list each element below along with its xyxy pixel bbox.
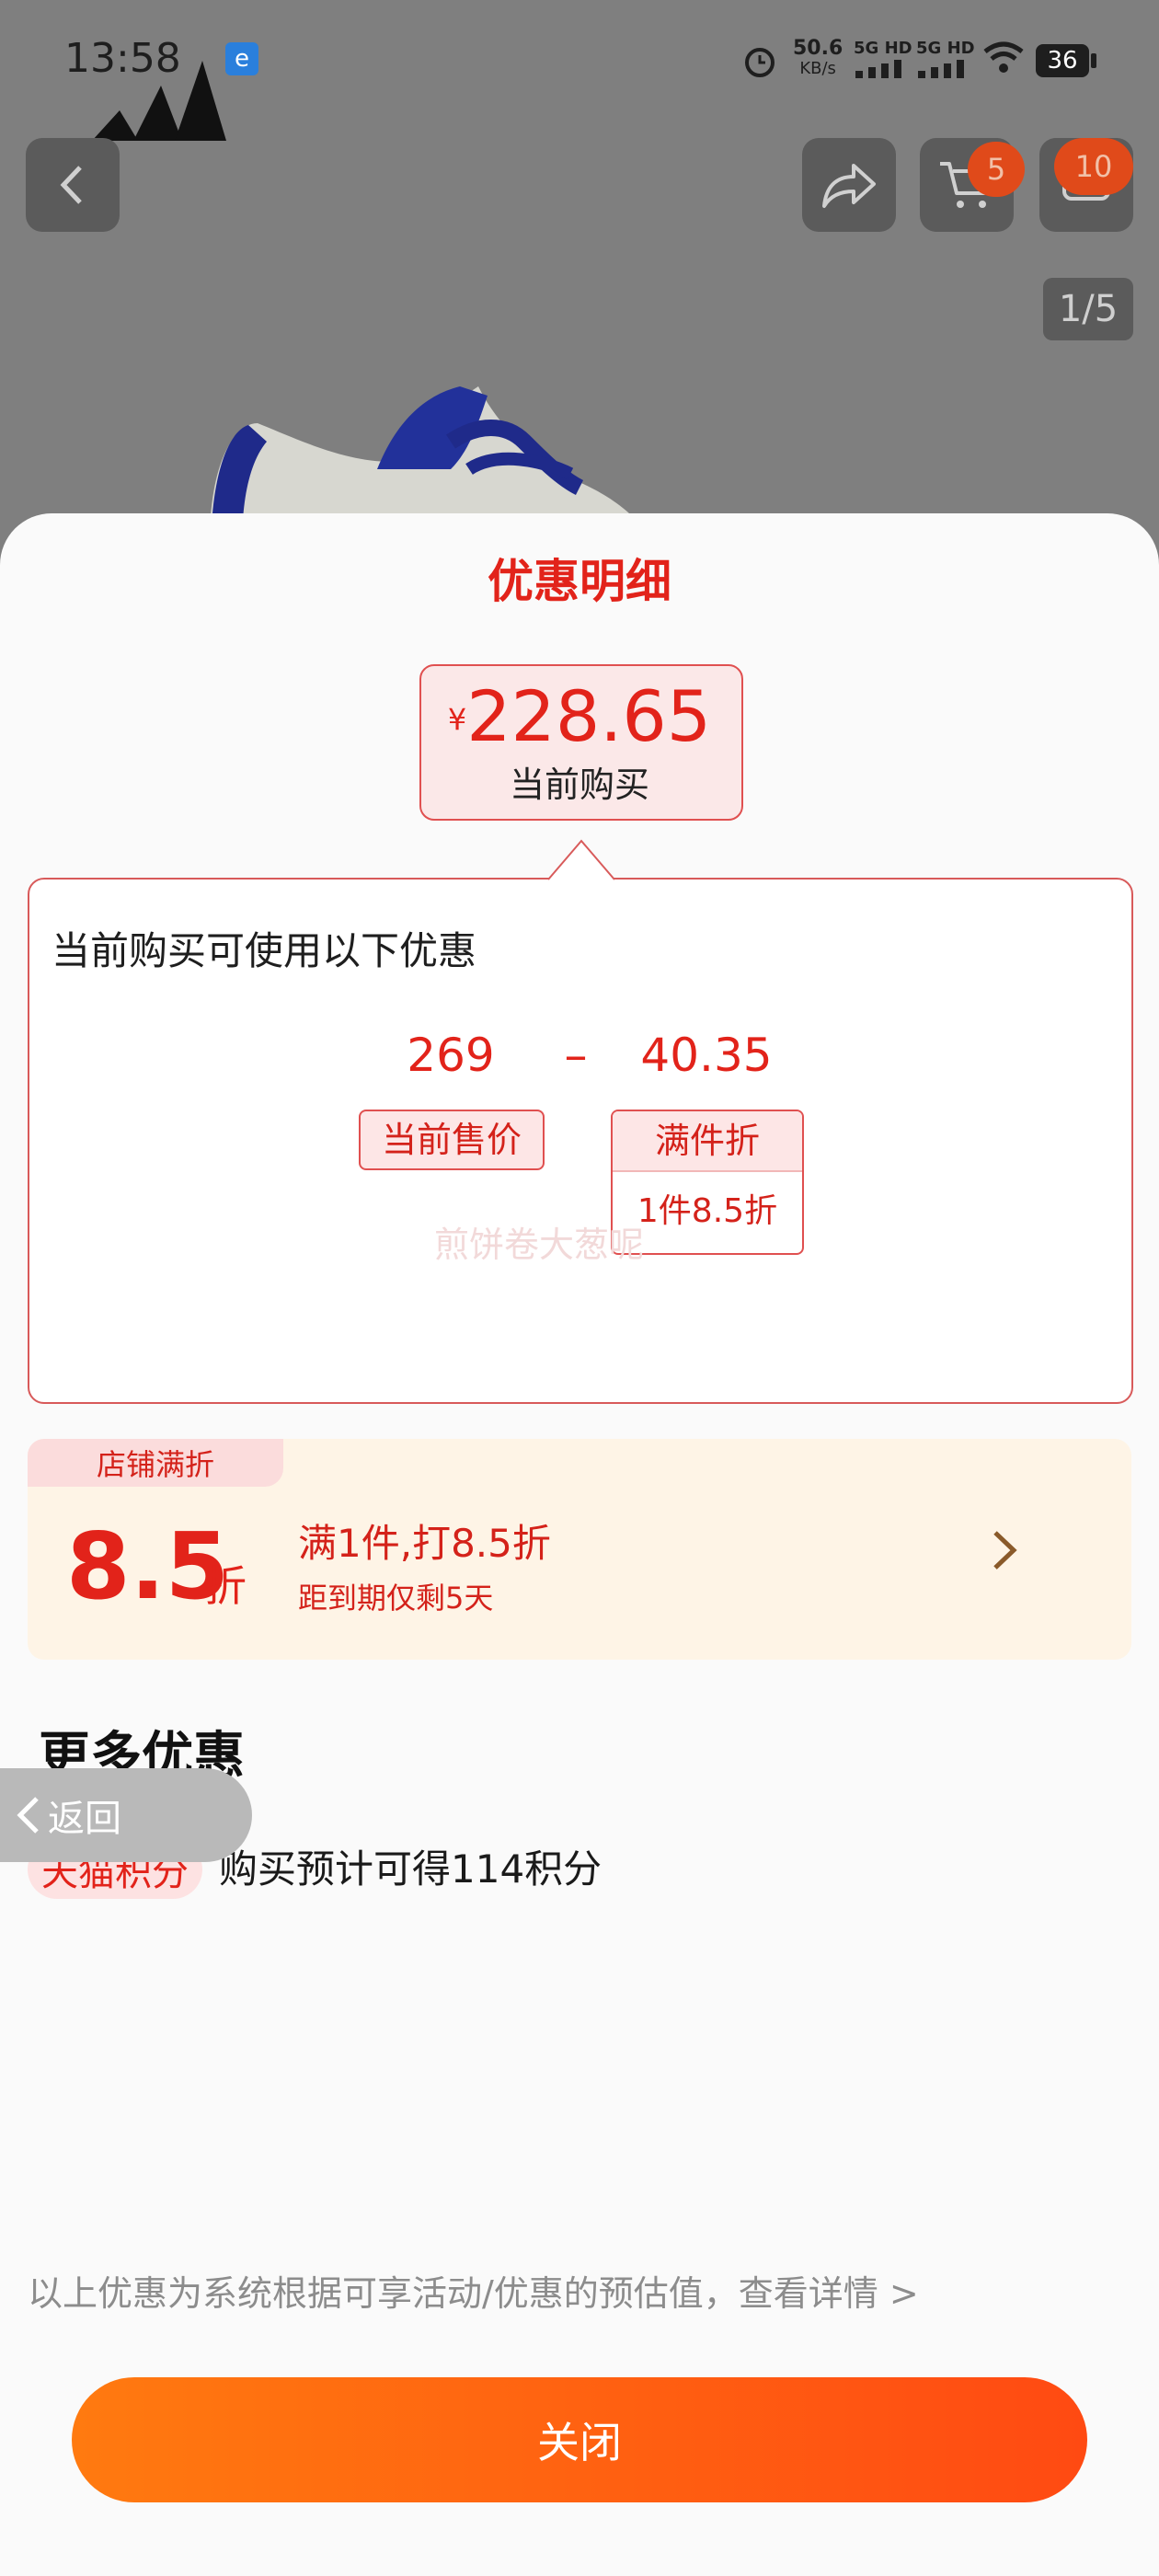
disclaimer-link[interactable]: 以上优惠为系统根据可享活动/优惠的预估值，查看详情 >	[28, 2265, 919, 2316]
alarm-icon	[745, 48, 775, 77]
tmall-points-text: 购买预计可得114积分	[219, 1846, 602, 1892]
floating-back-label: 返回	[48, 1798, 121, 1840]
sheet-title: 优惠明细	[488, 555, 671, 608]
net-speed-unit: KB/s	[799, 59, 836, 78]
breakdown-title: 当前购买可使用以下优惠	[52, 928, 477, 973]
watermark-text: 煎饼卷大葱呢	[434, 1225, 645, 1265]
chevron-left-icon	[17, 1797, 39, 1834]
back-button[interactable]	[26, 138, 120, 232]
discount-expiry: 距到期仅剩5天	[298, 1581, 494, 1616]
message-badge: 10	[1054, 138, 1133, 195]
net-speed-value: 50.6	[793, 37, 843, 60]
signal-2: 5G HD	[916, 39, 975, 82]
battery-level: 36	[1047, 47, 1078, 75]
floating-back-button[interactable]: 返回	[0, 1768, 252, 1862]
minus-operator: –	[564, 1029, 588, 1082]
base-price-value: 269	[407, 1029, 495, 1082]
status-time: 13:58	[64, 35, 181, 82]
price-value: 228.65	[466, 675, 712, 757]
signal-2-label: 5G HD	[916, 39, 975, 58]
base-price-tag: 当前售价	[359, 1110, 545, 1170]
discount-rule: 满1件,打8.5折	[298, 1521, 551, 1566]
signal-bars-icon	[918, 60, 964, 78]
price-label: 当前购买	[509, 765, 649, 805]
status-bar: 13:58 e 50.6 KB/s 5G HD 5G HD 36	[0, 0, 1159, 120]
chevron-left-icon	[60, 166, 82, 204]
net-speed: 50.6 KB/s	[793, 39, 843, 79]
signal-1-label: 5G HD	[854, 39, 912, 58]
signal-bars-icon	[855, 60, 901, 78]
callout-pointer	[548, 839, 614, 881]
battery-indicator: 36	[1036, 44, 1089, 77]
share-button[interactable]	[802, 138, 896, 232]
close-button[interactable]: 关闭	[72, 2377, 1087, 2502]
store-discount-tag: 店铺满折	[28, 1439, 283, 1487]
share-icon	[822, 164, 876, 208]
current-price: ¥228.65	[419, 675, 740, 757]
app-notification-icon: e	[225, 42, 258, 75]
currency-symbol: ¥	[447, 702, 467, 737]
discount-unit: 折	[204, 1561, 247, 1611]
cart-badge: 5	[968, 142, 1025, 197]
battery-tip	[1091, 53, 1096, 68]
discount-tag-title: 满件折	[613, 1111, 802, 1172]
image-pager: 1/5	[1043, 278, 1133, 340]
signal-1: 5G HD	[854, 39, 912, 82]
chevron-right-icon[interactable]	[986, 1527, 1023, 1573]
wifi-icon	[983, 41, 1024, 73]
discount-amount-value: 40.35	[640, 1029, 773, 1082]
